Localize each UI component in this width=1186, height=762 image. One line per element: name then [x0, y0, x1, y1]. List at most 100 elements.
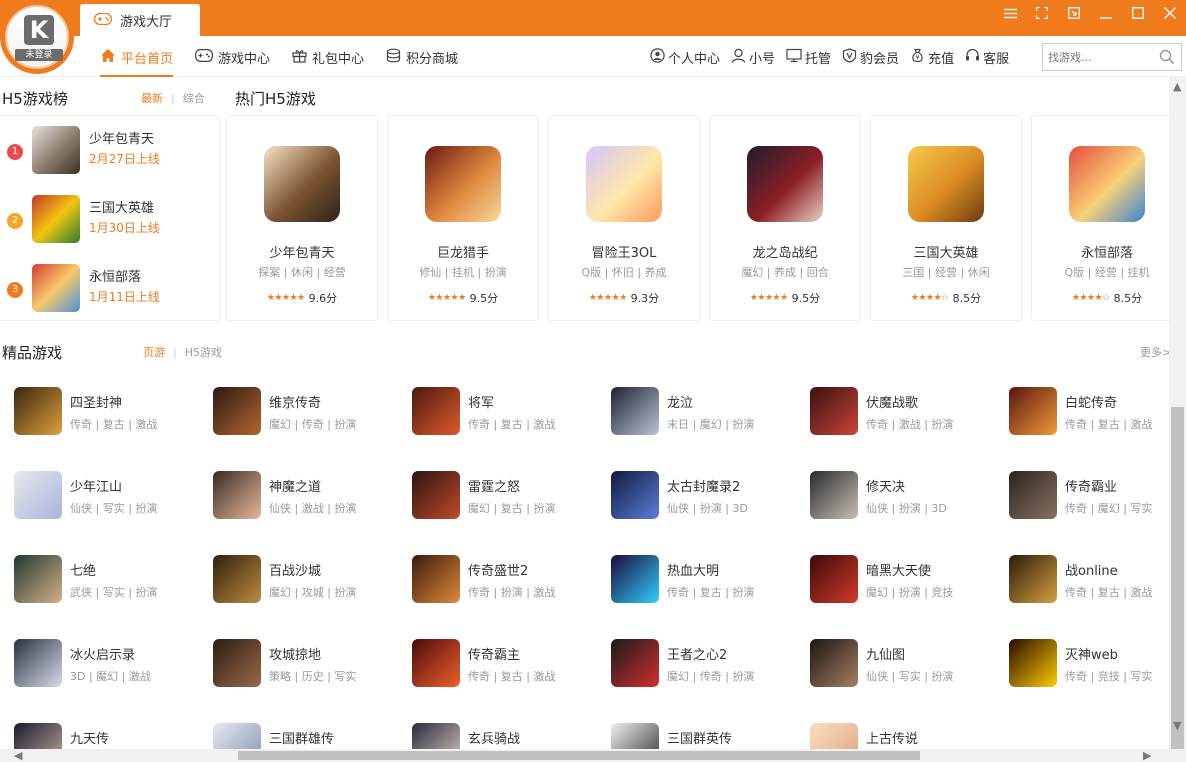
scroll-left-arrow-icon[interactable]: ◀ [14, 750, 22, 761]
maximize-icon[interactable] [1122, 4, 1154, 22]
rating: ★★★★☆ 8.5分 [1032, 290, 1182, 306]
game-list-item[interactable]: 传奇霸业 传奇 | 魔幻 | 写实 [1009, 471, 1186, 525]
game-icon [412, 387, 460, 435]
star-rating-icon: ★★★★★ [749, 293, 788, 303]
scroll-down-arrow-icon[interactable]: ▼ [1173, 720, 1181, 731]
game-list-item[interactable]: 王者之心2 魔幻 | 传奇 | 扮演 [611, 639, 801, 693]
tab-game-lobby[interactable]: 游戏大厅 [80, 4, 200, 37]
game-list-item[interactable]: 传奇霸主 传奇 | 复古 | 激战 [412, 639, 602, 693]
game-tags: 传奇 | 扮演 | 激战 [468, 586, 556, 599]
game-tags: 末日 | 魔幻 | 扮演 [667, 418, 755, 431]
hot-game-card[interactable]: 冒险王3OL Q版 | 怀旧 | 养成 ★★★★★ 9.3分 [548, 115, 700, 321]
nav-support[interactable]: 客服 [965, 37, 1009, 77]
nav-gift-center[interactable]: 礼包中心 [292, 37, 364, 77]
game-icon [1009, 471, 1057, 519]
rank-number: 2 [7, 213, 23, 229]
nav-game-center[interactable]: 游戏中心 [195, 37, 270, 77]
game-name: 龙泣 [667, 396, 694, 411]
rank-game-name: 三国大英雄 [89, 201, 155, 216]
scrollbar-thumb[interactable] [1171, 407, 1184, 762]
search-icon[interactable] [1159, 49, 1175, 69]
game-list-item[interactable]: 暗黑大天使 魔幻 | 扮演 | 竞技 [810, 555, 1000, 609]
game-list-item[interactable]: 将军 传奇 | 复古 | 激战 [412, 387, 602, 441]
scroll-up-arrow-icon[interactable]: ▲ [1173, 81, 1181, 92]
restore-icon[interactable] [1058, 4, 1090, 22]
rank-item[interactable]: 2 三国大英雄 1月30日上线 [0, 195, 218, 249]
game-name: 上古传说 [866, 732, 919, 747]
game-list-item[interactable]: 龙泣末日 | 魔幻 | 扮演 [611, 387, 801, 441]
rank-item[interactable]: 3 永恒部落 1月11日上线 [0, 264, 218, 318]
game-tags: 传奇 | 复古 | 扮演 [667, 586, 755, 599]
game-name: 九天传 [70, 732, 110, 747]
menu-icon[interactable] [994, 4, 1026, 22]
game-icon [213, 639, 261, 687]
search-input[interactable] [1043, 44, 1153, 70]
game-tags: 传奇 | 激战 | 扮演 [866, 418, 954, 431]
user-avatar-logo[interactable]: K 未登录 [0, 0, 74, 74]
game-name: 传奇盛世2 [468, 564, 529, 579]
game-list-item[interactable]: 太古封魔录2 仙侠 | 扮演 | 3D [611, 471, 801, 525]
monitor-icon [786, 48, 802, 67]
game-list-item[interactable]: 神魔之道 仙侠 | 激战 | 扮演 [213, 471, 403, 525]
close-icon[interactable] [1154, 4, 1186, 22]
rank-number: 3 [7, 282, 23, 298]
game-list-item[interactable]: 灭神web 传奇 | 竞技 | 写实 [1009, 639, 1186, 693]
tab-latest[interactable]: 最新 [141, 90, 163, 106]
game-list-item[interactable]: 少年江山 仙侠 | 写实 | 扮演 [14, 471, 204, 525]
horizontal-scrollbar[interactable]: ◀ ▶ [0, 749, 1186, 762]
game-list-item[interactable]: 冰火启示录 3D | 魔幻 | 激战 [14, 639, 204, 693]
game-list-item[interactable]: 百战沙城 魔幻 | 攻城 | 扮演 [213, 555, 403, 609]
game-icon [1009, 639, 1057, 687]
minimize-icon[interactable] [1090, 4, 1122, 22]
more-link[interactable]: 更多> [1140, 344, 1171, 360]
tab-overall[interactable]: 综合 [183, 90, 205, 106]
nav-recharge[interactable]: ¥ 充值 [910, 37, 954, 77]
game-list-item[interactable]: 七绝 武侠 | 写实 | 扮演 [14, 555, 204, 609]
nav-alt-account[interactable]: 小号 [731, 37, 775, 77]
hot-game-name: 少年包青天 [269, 246, 335, 261]
game-list-item[interactable]: 九仙图 仙侠 | 写实 | 扮演 [810, 639, 1000, 693]
nav-home[interactable]: 平台首页 [100, 37, 174, 77]
nav-hosting[interactable]: 托管 [786, 37, 831, 77]
game-name: 雷霆之怒 [468, 480, 521, 495]
vertical-scrollbar[interactable]: ▲ ▼ [1169, 77, 1186, 762]
scrollbar-thumb[interactable] [238, 751, 920, 760]
hot-game-card[interactable]: 龙之岛战纪 魔幻 | 养成 | 回合 ★★★★★ 9.5分 [709, 115, 861, 321]
hot-game-card[interactable]: 三国大英雄 三国 | 经营 | 休闲 ★★★★☆ 8.5分 [870, 115, 1022, 321]
hot-game-score: 9.6分 [308, 292, 338, 305]
game-list-item[interactable]: 战online 传奇 | 复古 | 激战 [1009, 555, 1186, 609]
gamepad-icon [195, 48, 214, 66]
game-name: 三国群雄传 [269, 732, 335, 747]
game-list-item[interactable]: 雷霆之怒 魔幻 | 复古 | 扮演 [412, 471, 602, 525]
hot-game-card[interactable]: 巨龙猎手 修仙 | 挂机 | 扮演 ★★★★★ 9.5分 [387, 115, 539, 321]
game-list-item[interactable]: 攻城掠地 策略 | 历史 | 写实 [213, 639, 403, 693]
game-list-item[interactable]: 热血大明 传奇 | 复古 | 扮演 [611, 555, 801, 609]
hot-game-tags: 魔幻 | 养成 | 回合 [741, 266, 829, 279]
nav-points-mall[interactable]: 积分商城 [386, 37, 458, 77]
rating: ★★★★★ 9.6分 [227, 290, 377, 306]
rating: ★★★★★ 9.3分 [549, 290, 699, 306]
game-list-item[interactable]: 伏魔战歌 传奇 | 激战 | 扮演 [810, 387, 1000, 441]
nav-vip[interactable]: 豹会员 [842, 37, 899, 77]
game-list-item[interactable]: 修天决 仙侠 | 扮演 | 3D [810, 471, 1000, 525]
scroll-right-arrow-icon[interactable]: ▶ [1143, 750, 1151, 761]
search-box[interactable] [1042, 43, 1182, 71]
game-icon [14, 387, 62, 435]
nav-personal-center[interactable]: 个人中心 [650, 37, 720, 77]
fullscreen-icon[interactable] [1026, 4, 1058, 22]
more-link-label: 更多> [1140, 346, 1172, 359]
game-list-item[interactable]: 维京传奇 魔幻 | 传奇 | 扮演 [213, 387, 403, 441]
game-list-item[interactable]: 白蛇传奇 传奇 | 复古 | 激战 [1009, 387, 1186, 441]
game-tags: 魔幻 | 传奇 | 扮演 [667, 670, 755, 683]
hot-game-card[interactable]: 少年包青天 探案 | 休闲 | 经营 ★★★★★ 9.6分 [226, 115, 378, 321]
game-icon [747, 146, 823, 222]
game-tags: 3D | 魔幻 | 激战 [70, 670, 151, 683]
game-list-item[interactable]: 传奇盛世2 传奇 | 扮演 | 激战 [412, 555, 602, 609]
game-list-item[interactable]: 四圣封神 传奇 | 复古 | 激战 [14, 387, 204, 441]
headset-icon [965, 48, 980, 67]
tab-h5-games[interactable]: H5游戏 [185, 344, 222, 360]
rank-item[interactable]: 1 少年包青天 2月27日上线 [0, 126, 218, 180]
hot-game-card[interactable]: 永恒部落 Q版 | 经营 | 挂机 ★★★★☆ 8.5分 [1031, 115, 1183, 321]
tab-web-games[interactable]: 页游 [143, 344, 165, 360]
nav-home-label: 平台首页 [121, 51, 174, 67]
